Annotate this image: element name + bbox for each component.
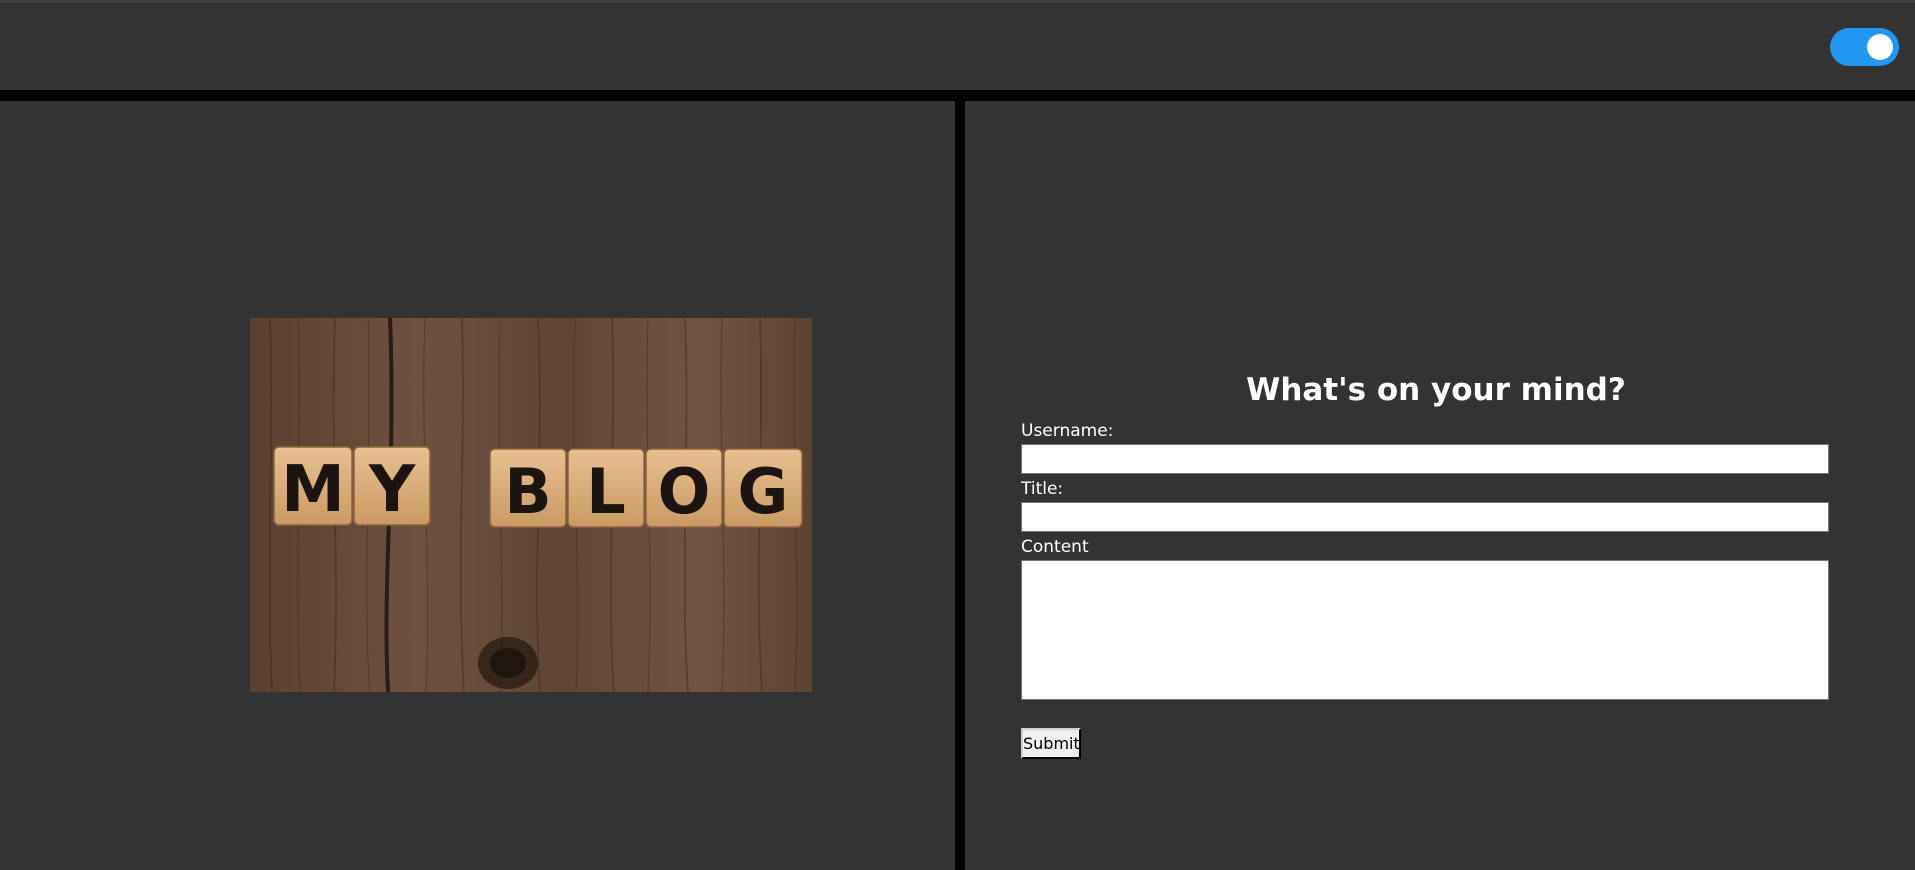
tile-letter: Y <box>368 453 416 527</box>
tile-letter: L <box>586 455 626 528</box>
theme-toggle[interactable] <box>1830 28 1899 66</box>
form-heading: What's on your mind? <box>1246 372 1626 408</box>
title-input[interactable] <box>1021 502 1829 532</box>
content-textarea[interactable] <box>1021 560 1829 700</box>
tile-letter: O <box>658 455 711 528</box>
tile-letter: B <box>504 455 551 528</box>
tile-group-my: M Y <box>273 446 431 527</box>
toggle-knob <box>1867 34 1893 60</box>
username-label: Username: <box>1021 421 1114 441</box>
tile-letter: M <box>281 453 345 527</box>
tile-letter: G <box>738 455 789 528</box>
title-label: Title: <box>1021 479 1064 499</box>
blog-hero-image: M Y B L O G <box>250 318 812 692</box>
username-input[interactable] <box>1021 444 1829 474</box>
right-panel: What's on your mind? Username: Title: Co… <box>965 101 1915 870</box>
tile-group-blog: B L O G <box>489 448 803 528</box>
top-bar <box>0 0 1915 90</box>
content-label: Content <box>1021 537 1089 557</box>
left-panel: M Y B L O G <box>0 101 955 870</box>
submit-button[interactable]: Submit <box>1021 728 1081 759</box>
